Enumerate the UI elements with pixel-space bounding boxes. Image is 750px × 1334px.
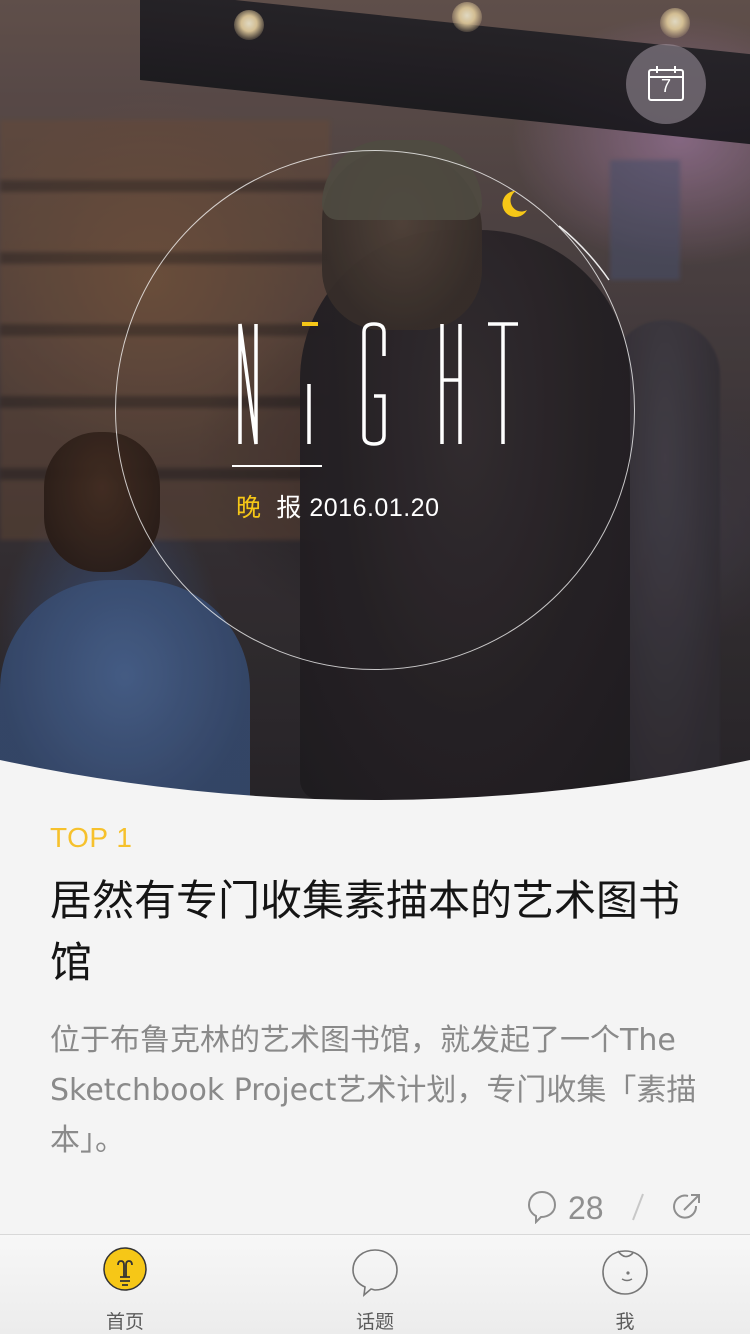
share-icon[interactable] [672,1192,702,1222]
speech-bubble-icon [352,1249,398,1297]
tab-label: 首页 [105,1311,144,1333]
article-actions: 28 [526,1186,716,1230]
edition-date: 晚 报 2016.01.20 [236,488,440,524]
edition-text: 报 2016.01.20 [276,494,440,522]
night-logo [232,322,518,467]
tab-label: 话题 [355,1311,394,1333]
comment-icon[interactable] [526,1190,558,1224]
calendar-button[interactable]: 7 [626,44,706,124]
tab-bar: 首页 话题 我 [0,1234,750,1334]
edition-highlight: 晚 [236,494,262,522]
article-summary: 位于布鲁克林的艺术图书馆，就发起了一个The Sketchbook Projec… [50,1023,697,1158]
tab-home[interactable]: 首页 [0,1235,250,1334]
comment-count: 28 [568,1190,604,1226]
moon-icon [502,190,527,217]
face-icon [602,1250,648,1295]
tab-profile[interactable]: 我 [500,1235,750,1334]
calendar-day: 7 [660,76,671,96]
hero-banner[interactable]: 晚 报 2016.01.20 7 [0,0,750,800]
lightbulb-icon [103,1247,147,1291]
tab-topics[interactable]: 话题 [250,1235,500,1334]
tab-label: 我 [615,1311,635,1333]
action-divider [632,1193,644,1221]
calendar-icon: 7 [646,64,686,104]
rank-badge: TOP 1 [50,822,133,853]
article-title[interactable]: 居然有专门收集素描本的艺术图书馆 [50,870,710,994]
